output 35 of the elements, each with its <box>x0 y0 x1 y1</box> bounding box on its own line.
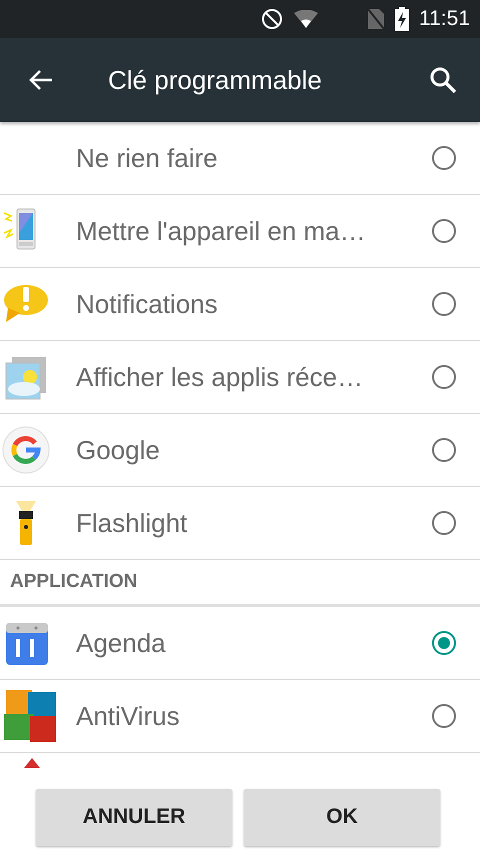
option-label: Google <box>76 434 161 466</box>
radio-button[interactable] <box>432 292 456 316</box>
option-row[interactable]: Agenda <box>0 607 480 680</box>
option-label: Agenda <box>76 628 167 658</box>
wifi-icon <box>293 10 319 28</box>
radio-button[interactable] <box>432 511 456 535</box>
option-label: Notifications <box>76 288 219 320</box>
battery-charging-icon <box>395 7 409 31</box>
radio-button[interactable] <box>432 438 456 462</box>
screen-title: Clé programmable <box>108 64 323 96</box>
option-row[interactable]: Afficher les applis réce… <box>0 341 480 414</box>
option-label: AntiVirus <box>76 700 181 732</box>
radio-button[interactable] <box>432 219 456 243</box>
clock-time: 11:51 <box>419 7 470 31</box>
option-label: Mettre l'appareil en ma… <box>76 216 367 246</box>
option-row[interactable]: Notifications <box>0 268 480 341</box>
option-row[interactable]: AntiVirus <box>0 680 480 753</box>
radio-button[interactable] <box>432 704 456 728</box>
radio-button[interactable] <box>432 146 456 170</box>
option-label: Ne rien faire <box>76 142 219 174</box>
do-not-disturb-icon <box>261 8 283 30</box>
option-label: Flashlight <box>76 508 188 538</box>
search-icon[interactable] <box>428 65 458 95</box>
option-row[interactable]: Mettre l'appareil en ma… <box>0 195 480 268</box>
option-row[interactable]: Flashlight <box>0 487 480 560</box>
option-row[interactable]: Google <box>0 414 480 487</box>
section-header: APPLICATION <box>0 560 480 607</box>
radio-button[interactable] <box>432 631 456 655</box>
dialog-button[interactable]: OK <box>244 788 440 846</box>
dialog-button[interactable]: ANNULER <box>36 788 232 846</box>
option-row[interactable]: Ne rien faire <box>0 122 480 195</box>
option-label: Afficher les applis réce… <box>76 362 364 392</box>
shield-tiles-icon <box>2 688 58 744</box>
radio-button[interactable] <box>432 365 456 389</box>
no-sim-icon <box>367 8 385 30</box>
